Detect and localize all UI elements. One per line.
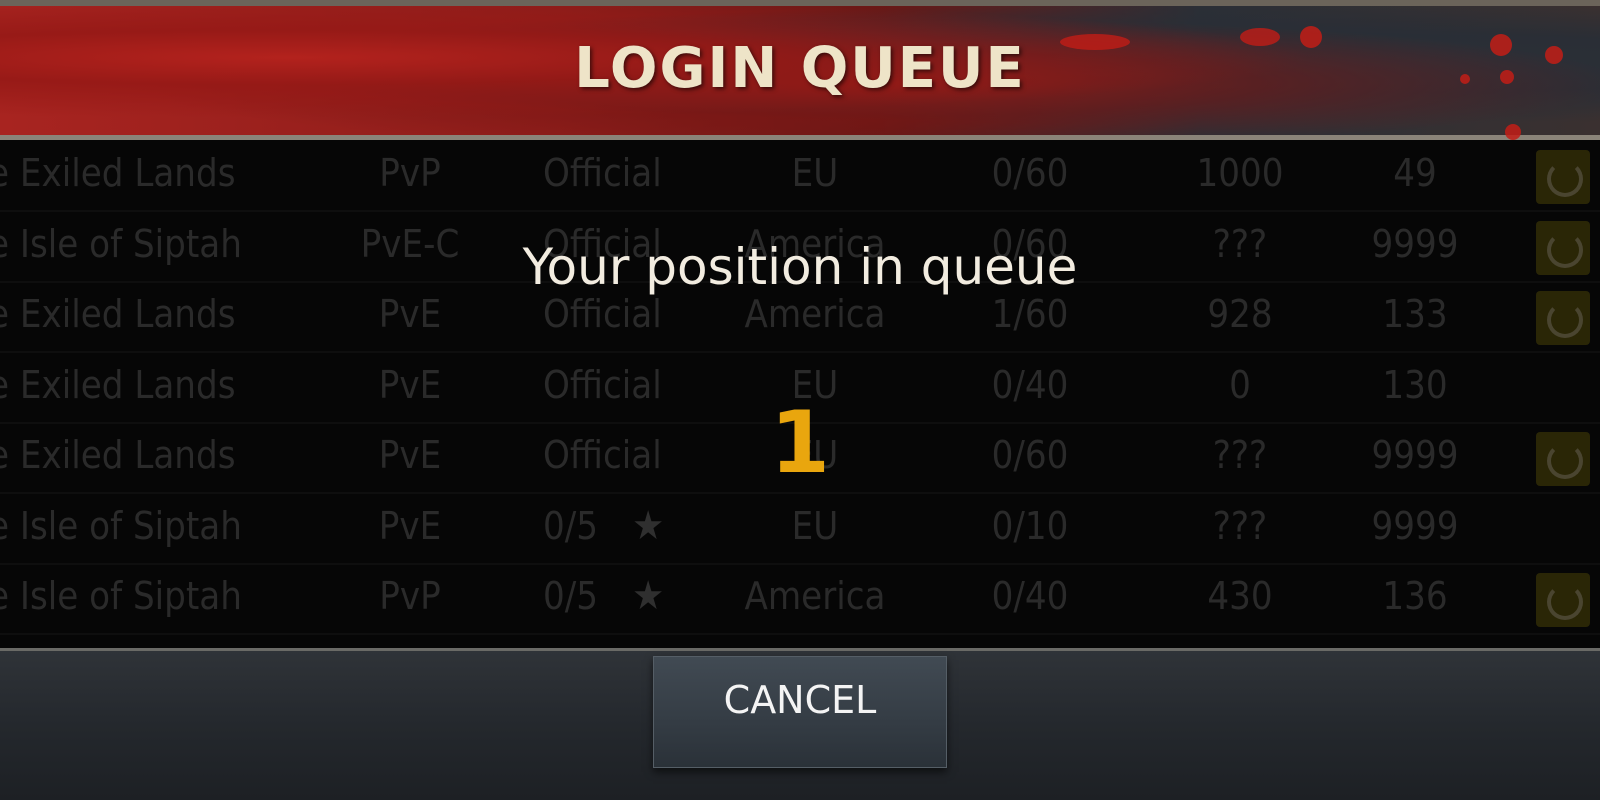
cancel-button[interactable]: CANCEL [653, 656, 947, 768]
server-region: EU [791, 504, 839, 548]
server-map-name: e Exiled Lands [0, 151, 236, 195]
server-id: 9999 [1371, 504, 1459, 548]
server-map-name: e Exiled Lands [0, 292, 236, 336]
server-id: 133 [1382, 292, 1448, 336]
server-region: America [744, 292, 886, 336]
server-map-name: e Isle of Siptah [0, 574, 242, 618]
server-players: 1/60 [991, 292, 1069, 336]
server-region: EU [791, 151, 839, 195]
server-id: 49 [1393, 151, 1437, 195]
server-ping: 1000 [1196, 151, 1284, 195]
favorite-star-icon [632, 148, 682, 198]
server-id: 136 [1382, 574, 1448, 618]
server-status-icon [1536, 573, 1590, 627]
server-ping: 928 [1207, 292, 1273, 336]
server-mode: PvE [378, 292, 442, 336]
server-row: e Isle of Siptah PvE 0/5 ★ EU 0/10??? 9999 [0, 493, 1600, 565]
server-ping: 430 [1207, 574, 1273, 618]
server-map-name: e Isle of Siptah [0, 504, 242, 548]
blood-splatter [1505, 124, 1521, 140]
favorite-star-icon [632, 289, 682, 339]
favorite-star-icon: ★ [632, 573, 665, 619]
queue-position-label: Your position in queue [522, 238, 1078, 296]
server-mode: PvE [378, 504, 442, 548]
server-players: 0/60 [991, 151, 1069, 195]
queue-position-value: 1 [770, 393, 830, 493]
dialog-title: LOGIN QUEUE [574, 36, 1026, 101]
server-ping: ??? [1212, 504, 1268, 548]
server-players: 0/40 [991, 574, 1069, 618]
server-status-icon [1536, 291, 1590, 345]
server-mode: PvP [379, 574, 441, 618]
server-row: e Exiled Lands PvP Official EU 0/60 1000 49 [0, 140, 1600, 212]
server-status-icon [1536, 150, 1590, 204]
server-mode: PvP [379, 151, 441, 195]
server-region: America [744, 574, 886, 618]
favorite-star-icon: ★ [632, 503, 665, 549]
server-players: 0/10 [991, 504, 1069, 548]
server-row: e Isle of Siptah PvP 0/5 ★ America 0/40 430 136 [0, 563, 1600, 635]
